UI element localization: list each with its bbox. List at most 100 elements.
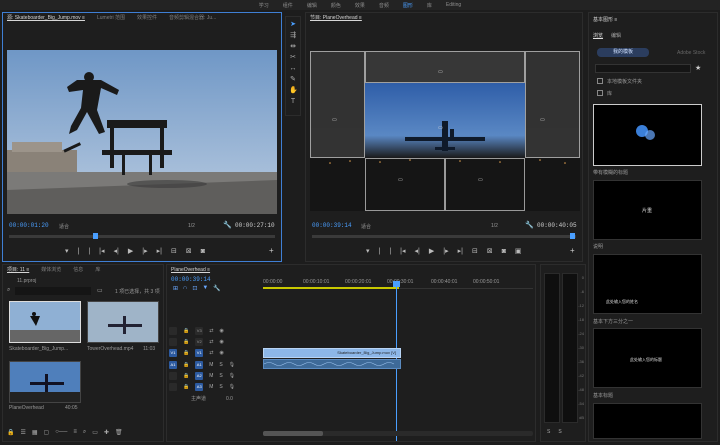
track-source-patch[interactable] <box>169 382 177 391</box>
nest-icon[interactable]: ⊞ <box>173 285 178 292</box>
libraries-checkbox[interactable] <box>597 90 603 96</box>
template-card-lower-third[interactable]: 此处输入您的姓名 <box>593 254 702 314</box>
mic-icon[interactable]: 🎙 <box>229 362 235 368</box>
step-forward-icon[interactable]: |▸ <box>142 247 147 255</box>
tab-libraries[interactable]: 库 <box>95 266 100 273</box>
template-card-caption[interactable]: 片重 <box>593 180 702 240</box>
overwrite-icon[interactable]: ⊠ <box>186 247 192 255</box>
folder-icon[interactable]: ▭ <box>97 287 103 294</box>
project-item-plane[interactable] <box>9 361 81 403</box>
go-to-in-icon[interactable]: |◂ <box>99 247 104 255</box>
workspace-tab[interactable]: 编辑 <box>307 2 317 9</box>
workspace-tab[interactable]: 音频 <box>379 2 389 9</box>
tab-info[interactable]: 信息 <box>73 266 83 273</box>
marker-icon[interactable]: ▼ <box>202 285 208 292</box>
go-to-out-icon[interactable]: ▸| <box>458 247 463 255</box>
tab-sequence[interactable]: PlaneOverhead ≡ <box>171 267 210 273</box>
solo-right-icon[interactable]: S <box>558 429 561 435</box>
export-frame-icon[interactable]: ◙ <box>502 248 506 255</box>
source-timecode[interactable]: 00:00:01:20 <box>9 222 49 229</box>
play-icon[interactable]: ▶ <box>128 247 133 255</box>
lock-icon[interactable]: 🔒 <box>183 350 189 356</box>
step-back-icon[interactable]: ◂| <box>114 247 119 255</box>
source-fit-dropdown[interactable]: 适合 <box>59 223 69 230</box>
play-icon[interactable]: ▶ <box>429 247 434 255</box>
source-add-button[interactable]: + <box>269 246 274 255</box>
track-source-patch[interactable] <box>169 337 177 346</box>
project-item-skateboarder[interactable] <box>9 301 81 343</box>
mark-clip-icon[interactable]: | <box>88 248 90 255</box>
mark-out-icon[interactable]: | <box>78 248 80 255</box>
program-fit-dropdown[interactable]: 适合 <box>361 223 371 230</box>
essential-search-input[interactable] <box>595 64 691 73</box>
solo-left-icon[interactable]: S <box>547 429 550 435</box>
mark-in-icon[interactable]: ▾ <box>65 247 69 255</box>
program-add-button[interactable]: + <box>570 246 575 255</box>
tab-media-browser[interactable]: 媒体浏览 <box>41 266 61 273</box>
project-item-tower[interactable] <box>87 301 159 343</box>
track-label[interactable]: V1 <box>195 348 204 357</box>
sync-lock-icon[interactable]: ⇄ <box>209 350 213 356</box>
workspace-tab[interactable]: 图形 <box>403 2 413 9</box>
mic-icon[interactable]: 🎙 <box>229 384 235 390</box>
track-label[interactable]: A2 <box>195 371 204 380</box>
wrench-icon[interactable]: 🔧 <box>223 221 232 229</box>
solo-icon[interactable]: S <box>219 362 222 368</box>
lift-icon[interactable]: ⊟ <box>472 247 478 255</box>
workspace-tab[interactable]: 库 <box>427 2 432 9</box>
track-label[interactable]: V3 <box>195 326 204 335</box>
sort-icon[interactable]: ≡ <box>73 429 77 436</box>
my-templates-button[interactable]: 我的模板 <box>597 48 649 57</box>
eye-icon[interactable]: ◉ <box>219 339 223 345</box>
razor-tool-icon[interactable]: ✂ <box>289 54 297 62</box>
adobe-stock-button[interactable]: Adobe Stock <box>677 50 705 56</box>
track-source-patch[interactable]: V1 <box>169 348 177 357</box>
lock-icon[interactable]: 🔒 <box>183 384 189 390</box>
mark-in-icon[interactable]: ▾ <box>366 247 370 255</box>
eye-icon[interactable]: ◉ <box>219 350 223 356</box>
freeform-view-icon[interactable]: ▢ <box>44 429 50 436</box>
pen-tool-icon[interactable]: ✎ <box>289 76 297 84</box>
new-item-icon[interactable]: ✚ <box>104 429 109 436</box>
solo-icon[interactable]: S <box>219 384 222 390</box>
workspace-tab[interactable]: 颜色 <box>331 2 341 9</box>
tab-audio-mixer[interactable]: 音频剪辑混合器: Ju... <box>169 14 216 21</box>
workspace-tab[interactable]: Editing <box>446 2 461 8</box>
extract-icon[interactable]: ⊠ <box>487 247 493 255</box>
find-icon[interactable]: ⌕ <box>83 429 86 436</box>
linked-selection-icon[interactable]: ⊡ <box>192 285 197 292</box>
sync-lock-icon[interactable]: ⇄ <box>209 339 213 345</box>
program-timecode[interactable]: 00:00:39:14 <box>312 222 352 229</box>
timeline-hscroll[interactable] <box>263 431 533 436</box>
tab-edit[interactable]: 编辑 <box>611 32 621 39</box>
new-bin-icon[interactable]: ▭ <box>92 429 98 436</box>
search-icon[interactable]: ⌕ <box>7 287 10 294</box>
template-card-basic-title[interactable]: 此处输入您的标题 <box>593 328 702 388</box>
source-ratio-dropdown[interactable]: 1/2 <box>188 223 195 229</box>
track-source-patch[interactable] <box>169 371 177 380</box>
template-card-blur-title[interactable] <box>593 104 702 166</box>
settings-icon[interactable]: 🔧 <box>213 285 220 292</box>
track-source-patch[interactable]: A1 <box>169 360 177 369</box>
mark-clip-icon[interactable]: | <box>389 248 391 255</box>
source-scrubber[interactable] <box>9 233 275 239</box>
track-source-patch[interactable] <box>169 326 177 335</box>
type-tool-icon[interactable]: T <box>289 98 297 106</box>
workspace-tab[interactable]: 效果 <box>355 2 365 9</box>
tab-browse[interactable]: 浏览 <box>593 32 603 39</box>
workspace-tab[interactable]: 组件 <box>283 2 293 9</box>
step-forward-icon[interactable]: |▸ <box>443 247 448 255</box>
workspace-tab[interactable]: 学习 <box>259 2 269 9</box>
export-frame-icon[interactable]: ◙ <box>201 248 205 255</box>
master-value[interactable]: 0.0 <box>226 396 233 402</box>
eye-icon[interactable]: ◉ <box>219 328 223 334</box>
zoom-slider-icon[interactable]: ○── <box>55 429 67 436</box>
timeline-timecode[interactable]: 00:00:39:14 <box>171 276 211 283</box>
mute-icon[interactable]: M <box>209 373 213 379</box>
tab-source[interactable]: 源: Skateboarder_Big_Jump.mov ≡ <box>7 14 85 21</box>
go-to-in-icon[interactable]: |◂ <box>400 247 405 255</box>
lock-icon[interactable]: 🔒 <box>183 362 189 368</box>
lock-icon[interactable]: 🔒 <box>183 373 189 379</box>
tab-project[interactable]: 项目: 11 ≡ <box>7 266 29 273</box>
program-ratio-dropdown[interactable]: 1/2 <box>491 223 498 229</box>
